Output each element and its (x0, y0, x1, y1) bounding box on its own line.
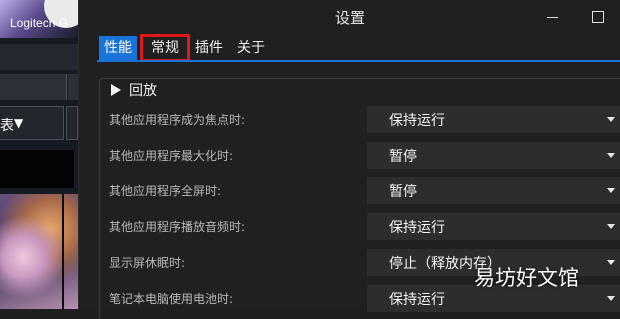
maximize-icon[interactable] (587, 6, 609, 28)
select-value: 保持运行 (389, 292, 445, 308)
minimize-icon[interactable] (541, 6, 563, 28)
caret-down-icon: ▼ (14, 116, 24, 130)
triangle-right-icon (111, 84, 121, 96)
background-app-title: Logitech G (10, 16, 69, 30)
chevron-down-icon (607, 296, 615, 301)
chevron-down-icon (607, 188, 615, 193)
setting-label: 笔记本电脑使用电池时: (109, 292, 234, 306)
background-app-button[interactable] (0, 74, 67, 100)
tab-about[interactable]: 关于 (234, 36, 268, 60)
setting-select-focus[interactable]: 保持运行 (367, 106, 620, 133)
watermark: 易坊好文馆 (474, 266, 579, 290)
setting-row-focus: 其他应用程序成为焦点时: 保持运行 (109, 106, 620, 134)
tab-general[interactable]: 常规 (140, 34, 190, 62)
setting-row-maximize: 其他应用程序最大化时: 暂停 (109, 142, 620, 170)
select-value: 保持运行 (389, 220, 445, 236)
background-app-panel (0, 150, 74, 188)
setting-label: 显示屏休眠时: (109, 256, 186, 270)
background-app-bar (0, 44, 78, 70)
setting-select-audio[interactable]: 保持运行 (367, 213, 620, 240)
chevron-down-icon (607, 153, 615, 158)
tab-performance[interactable]: 性能 (99, 36, 137, 60)
background-app-dropdown[interactable]: 表 ▼ (0, 106, 64, 140)
setting-label: 其他应用程序播放音频时: (109, 220, 246, 234)
background-app-dropdown-text: 表 (0, 118, 14, 134)
select-value: 暂停 (389, 149, 417, 165)
select-value: 保持运行 (389, 113, 445, 129)
setting-label: 其他应用程序最大化时: (109, 149, 234, 163)
background-app-dropdown-2[interactable] (66, 106, 78, 140)
background-app-button-2[interactable] (68, 74, 78, 100)
setting-label: 其他应用程序成为焦点时: (109, 113, 246, 127)
setting-select-maximize[interactable]: 暂停 (367, 142, 620, 169)
background-app: Logitech G 表 ▼ (0, 0, 78, 309)
tab-plugins[interactable]: 插件 (192, 36, 226, 60)
chevron-down-icon (607, 224, 615, 229)
chevron-down-icon (607, 117, 615, 122)
setting-select-fullscreen[interactable]: 暂停 (367, 177, 620, 204)
tab-underline (97, 60, 620, 62)
select-value: 暂停 (389, 184, 417, 200)
window-title: 设置 (334, 9, 365, 27)
setting-row-fullscreen: 其他应用程序全屏时: 暂停 (109, 177, 620, 205)
chevron-down-icon (607, 260, 615, 265)
background-app-image (0, 194, 78, 309)
title-bar[interactable]: 设置 (79, 0, 620, 34)
setting-label: 其他应用程序全屏时: (109, 184, 222, 198)
section-title: 回放 (129, 83, 157, 99)
setting-row-audio: 其他应用程序播放音频时: 保持运行 (109, 213, 620, 241)
